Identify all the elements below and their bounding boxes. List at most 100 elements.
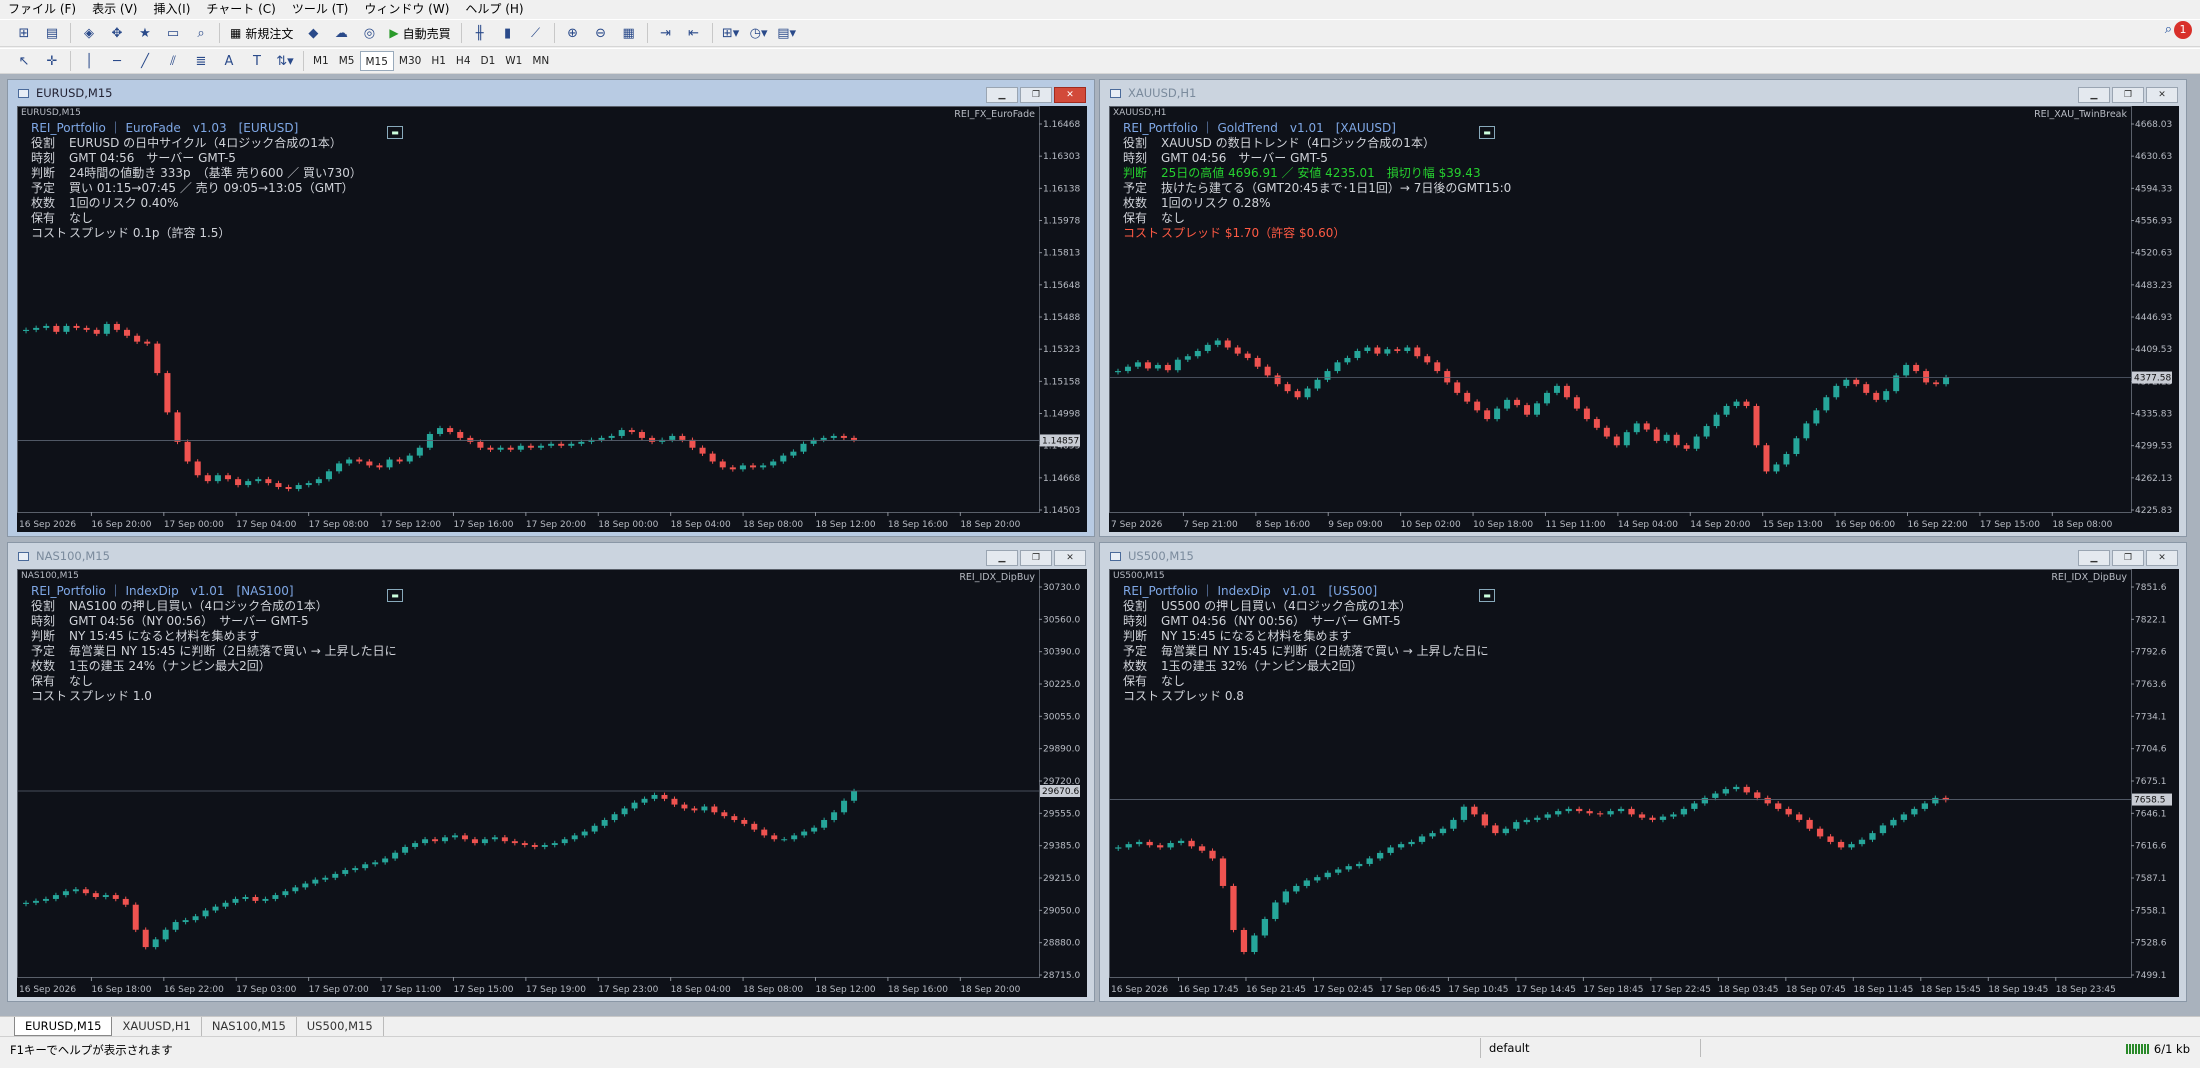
templates-icon[interactable]: ▤▾ [775, 22, 799, 44]
profiles-icon[interactable]: ▤ [40, 22, 64, 44]
expert-advisor-label[interactable]: REI_FX_EuroFade [954, 109, 1035, 120]
maximize-button[interactable]: ❐ [2112, 550, 2144, 566]
expert-advisor-label[interactable]: REI_IDX_DipBuy [2051, 572, 2127, 583]
crosshair-icon[interactable]: ✛ [40, 50, 64, 72]
candle-body [501, 837, 508, 842]
chart-window[interactable]: US500,M15 ▁ ❐ ✕ 7851.6 7822.1 7792.6 7763.6 7734… [1099, 542, 2187, 1002]
text-tool[interactable]: A [217, 50, 241, 72]
candle-body [1494, 408, 1501, 420]
close-button[interactable]: ✕ [1054, 87, 1086, 103]
data-window-icon[interactable]: ✥ [105, 22, 129, 44]
terminal-icon[interactable]: ▭ [161, 22, 185, 44]
indicators-icon[interactable]: ⊞▾ [719, 22, 743, 44]
minimize-button[interactable]: ▁ [2078, 550, 2110, 566]
expert-advisor-label[interactable]: REI_IDX_DipBuy [959, 572, 1035, 583]
menu-item[interactable]: ツール (T) [284, 0, 357, 18]
chart-window[interactable]: XAUUSD,H1 ▁ ❐ ✕ 4668.03 4630.63 4594.33 4556.93… [1099, 79, 2187, 537]
tile-windows-icon[interactable]: ▦ [617, 22, 641, 44]
panel-toggle-icon[interactable]: ▬ [387, 126, 403, 139]
line-chart-icon[interactable]: ⟋ [524, 22, 548, 44]
auto-scroll-icon[interactable]: ⇥ [654, 22, 678, 44]
chart-window[interactable]: EURUSD,M15 ▁ ❐ ✕ 1.16468 1.16303 1.16138 1.1597… [7, 79, 1095, 537]
market-icon[interactable]: ◎ [357, 22, 381, 44]
menu-item[interactable]: チャート (C) [198, 0, 283, 18]
profile-name[interactable]: default [1480, 1038, 1640, 1058]
x-tick-label: 18 Sep 04:00 [671, 520, 731, 530]
fibonacci-icon[interactable]: ≣ [189, 50, 213, 72]
vps-icon[interactable]: ☁ [329, 22, 353, 44]
candle-body [1274, 375, 1281, 385]
candle-body [1883, 391, 1890, 400]
expert-advisor-label[interactable]: REI_XAU_TwinBreak [2034, 109, 2127, 120]
window-title-bar[interactable]: XAUUSD,H1 ▁ ❐ ✕ [1100, 80, 2186, 106]
minimize-button[interactable]: ▁ [2078, 87, 2110, 103]
close-button[interactable]: ✕ [1054, 550, 1086, 566]
window-title-bar[interactable]: EURUSD,M15 ▁ ❐ ✕ [8, 80, 1094, 106]
metaeditor-icon[interactable]: ◆ [301, 22, 325, 44]
menu-item[interactable]: ウィンドウ (W) [356, 0, 457, 18]
trendline-icon[interactable]: ╱ [133, 50, 157, 72]
text-label-icon[interactable]: T [245, 50, 269, 72]
arrows-icon[interactable]: ⇅▾ [273, 50, 297, 72]
candle-body [242, 897, 249, 899]
search-icon[interactable]: ⌕ [2165, 22, 2172, 37]
price-chart[interactable]: 7851.6 7822.1 7792.6 7763.6 7734.1 7704.6 7675… [1109, 569, 2179, 997]
chart-shift-icon[interactable]: ⇤ [682, 22, 706, 44]
timeframe-d1[interactable]: D1 [476, 51, 501, 71]
vertical-line-icon[interactable]: │ [77, 50, 101, 72]
new-chart-icon[interactable]: ⊞ [12, 22, 36, 44]
x-tick-label: 18 Sep 12:00 [815, 520, 875, 530]
timeframe-mn[interactable]: MN [527, 51, 554, 71]
chart-window[interactable]: NAS100,M15 ▁ ❐ ✕ 30730.0 30560.0 30390.0 30225.… [7, 542, 1095, 1002]
cursor-icon[interactable]: ↖ [12, 50, 36, 72]
price-chart[interactable]: 30730.0 30560.0 30390.0 30225.0 30055.0 29890… [17, 569, 1087, 997]
timeframe-m15[interactable]: M15 [359, 51, 394, 71]
timeframe-h4[interactable]: H4 [451, 51, 476, 71]
ea-info-value: NAS100 の押し目買い（4ロジック合成の1本） [69, 599, 328, 613]
chart-symbol-label: US500,M15 [1113, 571, 1165, 581]
maximize-button[interactable]: ❐ [1020, 550, 1052, 566]
ea-info-header: REI_Portfolio ｜ EuroFade v1.03 [EURUSD] [31, 121, 299, 135]
timeframe-m5[interactable]: M5 [334, 51, 360, 71]
price-chart[interactable]: 4668.03 4630.63 4594.33 4556.93 4520.63 4483.… [1109, 106, 2179, 532]
minimize-button[interactable]: ▁ [986, 87, 1018, 103]
maximize-button[interactable]: ❐ [2112, 87, 2144, 103]
navigator-icon[interactable]: ★ [133, 22, 157, 44]
periods-icon[interactable]: ◷▾ [747, 22, 771, 44]
window-title-bar[interactable]: US500,M15 ▁ ❐ ✕ [1100, 543, 2186, 569]
timeframe-h1[interactable]: H1 [426, 51, 451, 71]
timeframe-m30[interactable]: M30 [394, 51, 426, 71]
bar-chart-icon[interactable]: ╫ [468, 22, 492, 44]
notification-badge[interactable]: 1 [2174, 21, 2192, 39]
close-button[interactable]: ✕ [2146, 550, 2178, 566]
y-tick-label: 29050.0 [1043, 906, 1080, 916]
maximize-button[interactable]: ❐ [1020, 87, 1052, 103]
channel-icon[interactable]: ⫽ [161, 50, 185, 72]
chart-tab[interactable]: EURUSD,M15 [14, 1017, 113, 1036]
close-button[interactable]: ✕ [2146, 87, 2178, 103]
y-tick-label: 7675.1 [2135, 777, 2167, 787]
auto-trade-button[interactable]: ▶ 自動売買 [385, 22, 454, 44]
zoom-in-icon[interactable]: ⊕ [561, 22, 585, 44]
x-tick-label: 16 Sep 18:00 [91, 985, 151, 995]
zoom-out-icon[interactable]: ⊖ [589, 22, 613, 44]
chart-tab[interactable]: NAS100,M15 [202, 1017, 297, 1036]
minimize-button[interactable]: ▁ [986, 550, 1018, 566]
menu-item[interactable]: 表示 (V) [84, 0, 145, 18]
market-watch-icon[interactable]: ◈ [77, 22, 101, 44]
timeframe-w1[interactable]: W1 [500, 51, 527, 71]
chart-tab[interactable]: XAUUSD,H1 [112, 1017, 202, 1036]
menu-item[interactable]: ヘルプ (H) [457, 0, 531, 18]
menu-item[interactable]: ファイル (F) [0, 0, 84, 18]
candle-body [1502, 828, 1509, 834]
price-chart[interactable]: 1.16468 1.16303 1.16138 1.15978 1.15813 1.156… [17, 106, 1087, 532]
timeframe-m1[interactable]: M1 [308, 51, 334, 71]
horizontal-line-icon[interactable]: ─ [105, 50, 129, 72]
menu-item[interactable]: 挿入(I) [145, 0, 198, 18]
candlestick-icon[interactable]: ▮ [496, 22, 520, 44]
window-title-bar[interactable]: NAS100,M15 ▁ ❐ ✕ [8, 543, 1094, 569]
strategy-tester-icon[interactable]: ⌕ [189, 22, 213, 44]
x-tick-label: 18 Sep 04:00 [671, 985, 731, 995]
chart-tab[interactable]: US500,M15 [297, 1017, 384, 1036]
new-order-button[interactable]: ▦ 新規注文 [226, 22, 297, 44]
